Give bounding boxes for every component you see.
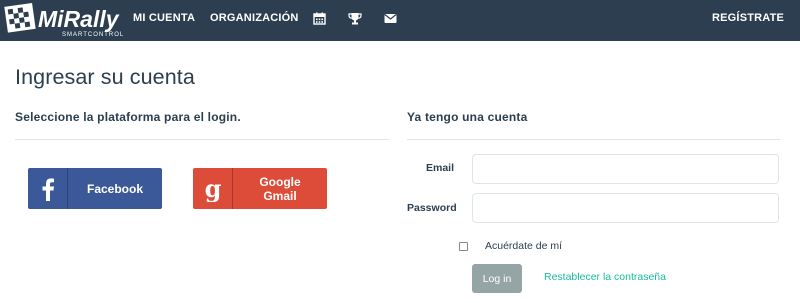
register-link[interactable]: REGÍSTRATE [712, 12, 784, 24]
google-icon: g [193, 168, 233, 209]
reset-password-link[interactable]: Restablecer la contraseña [544, 271, 666, 283]
page-title: Ingresar su cuenta [15, 65, 195, 89]
remember-me-checkbox[interactable] [459, 242, 468, 251]
brand-name: MiRally [38, 6, 120, 32]
login-button[interactable]: Log in [472, 264, 522, 293]
google-label: Google Gmail [259, 174, 301, 203]
nav-mi-cuenta[interactable]: MI CUENTA [133, 12, 195, 24]
google-login-button[interactable]: g Google Gmail [193, 168, 327, 209]
remember-me-label[interactable]: Acuérdate de mí [485, 240, 562, 252]
account-login-heading: Ya tengo una cuenta [407, 110, 528, 124]
svg-text:g: g [204, 176, 221, 202]
email-label: Email [426, 162, 455, 174]
top-navbar: MiRally SMARTCONTROL MI CUENTA ORGANIZAC… [0, 0, 800, 41]
facebook-login-button[interactable]: Facebook [28, 168, 162, 209]
calendar-icon[interactable] [313, 12, 327, 26]
email-field[interactable] [472, 154, 779, 184]
facebook-icon [28, 168, 68, 209]
nav-organizacion[interactable]: ORGANIZACIÓN [210, 12, 299, 24]
envelope-icon[interactable] [384, 12, 398, 26]
facebook-label: Facebook [86, 181, 143, 196]
password-label: Password [407, 202, 457, 214]
brand-tagline: SMARTCONTROL [62, 32, 124, 38]
trophy-icon[interactable] [348, 12, 362, 26]
social-login-heading: Seleccione la plataforma para el login. [15, 110, 241, 124]
account-divider [407, 139, 780, 140]
mirally-logo[interactable]: MiRally SMARTCONTROL [4, 3, 126, 38]
social-divider [15, 139, 389, 140]
password-field[interactable] [472, 193, 779, 223]
